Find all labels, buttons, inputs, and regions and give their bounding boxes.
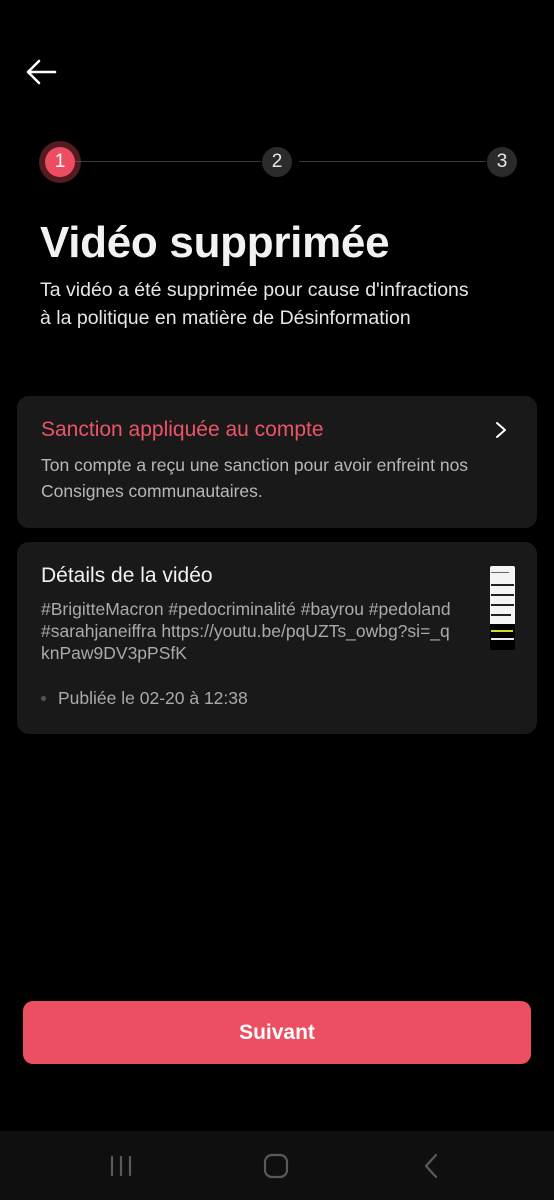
next-button[interactable]: Suivant <box>23 1001 531 1064</box>
sanction-card[interactable]: Sanction appliquée au compte Ton compte … <box>17 396 537 528</box>
back-button[interactable] <box>22 54 60 90</box>
progress-stepper: 1 2 3 <box>36 138 518 186</box>
publish-date-text: Publiée le 02-20 à 12:38 <box>58 688 248 708</box>
back-arrow-icon <box>26 59 57 85</box>
video-details-card: Détails de la vidéo #BrigitteMacron #ped… <box>17 542 537 734</box>
system-navigation-bar <box>0 1131 554 1200</box>
sanction-title: Sanction appliquée au compte <box>41 418 324 441</box>
sanction-description: Ton compte a reçu une sanction pour avoi… <box>41 455 469 501</box>
step-1: 1 <box>45 147 75 177</box>
step-3: 3 <box>487 147 517 177</box>
bullet-dot <box>41 696 46 701</box>
stepper-line <box>74 161 261 162</box>
home-icon[interactable] <box>259 1149 293 1183</box>
publish-date: Publiée le 02-20 à 12:38 <box>41 688 248 709</box>
recent-apps-icon[interactable] <box>104 1149 138 1183</box>
step-2: 2 <box>262 147 292 177</box>
nav-back-icon[interactable] <box>414 1149 448 1183</box>
video-details-title: Détails de la vidéo <box>41 564 213 587</box>
page-title: Vidéo supprimée <box>40 218 390 267</box>
stepper-line <box>299 161 486 162</box>
video-caption: #BrigitteMacron #pedocriminalité #bayrou… <box>41 599 451 663</box>
thumbnail-image <box>490 566 515 624</box>
chevron-right-icon <box>491 420 511 440</box>
page-subtitle: Ta vidéo a été supprimée pour cause d'in… <box>40 279 469 329</box>
video-thumbnail[interactable] <box>490 566 515 650</box>
